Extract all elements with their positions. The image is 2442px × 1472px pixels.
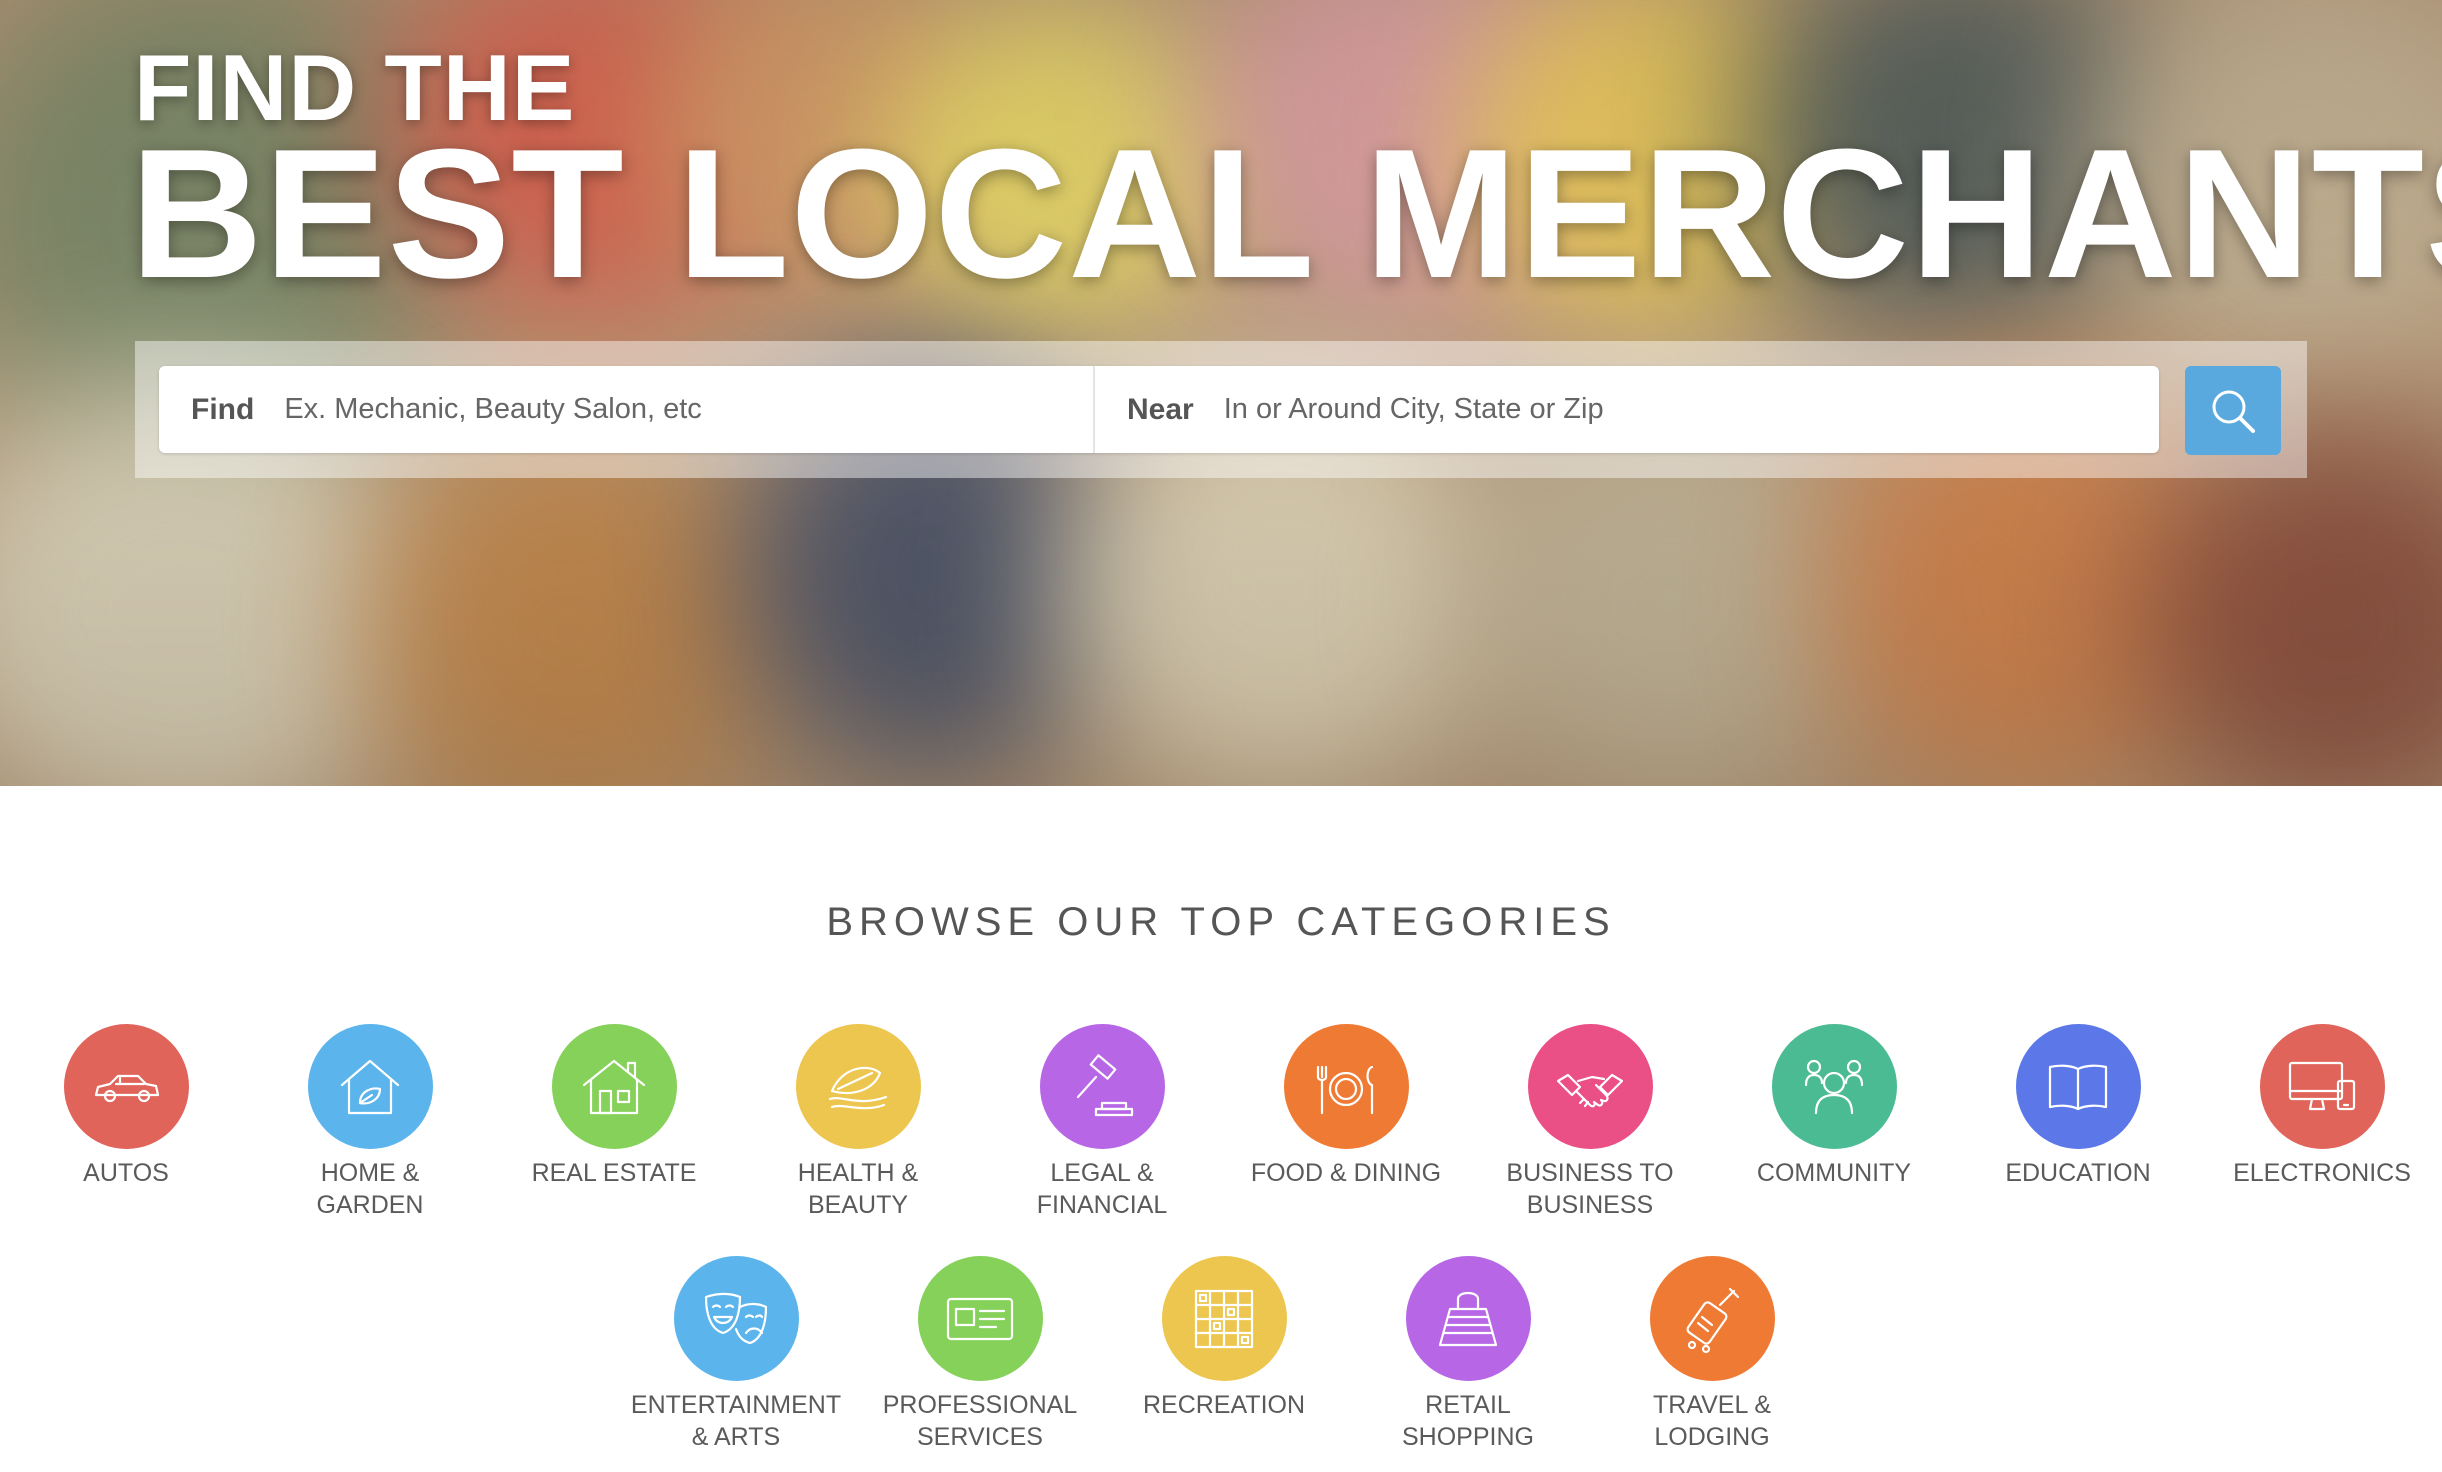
people-icon (1804, 1059, 1864, 1114)
theater-masks-icon (704, 1292, 768, 1344)
browse-title: BROWSE OUR TOP CATEGORIES (826, 900, 1616, 944)
category-circle (673, 1256, 799, 1381)
category-label: HEALTH & BEAUTY (797, 1159, 919, 1219)
id-card-icon (946, 1297, 1014, 1340)
category-real-estate[interactable]: REAL ESTATE (499, 1024, 729, 1189)
house-leaf-icon (340, 1059, 400, 1114)
near-field: Near (1095, 366, 2159, 453)
category-label: HOME & GARDEN (316, 1159, 424, 1219)
luggage-icon (1686, 1287, 1740, 1353)
category-label: ENTERTAINMENT & ARTS (630, 1391, 842, 1451)
category-entertainment-arts[interactable]: ENTERTAINMENT & ARTS (621, 1256, 851, 1453)
category-circle (1649, 1256, 1775, 1381)
category-recreation[interactable]: RECREATION (1109, 1256, 1339, 1421)
category-label: PROFESSIONAL SERVICES (882, 1391, 1078, 1451)
category-label: RECREATION (1142, 1391, 1306, 1419)
search-icon (2212, 390, 2255, 433)
category-label: AUTOS (83, 1159, 169, 1187)
category-circle (1283, 1024, 1409, 1149)
category-circle (63, 1024, 189, 1149)
house-icon (582, 1059, 646, 1114)
category-label: EDUCATION (2005, 1159, 2151, 1187)
category-food-dining[interactable]: FOOD & DINING (1231, 1024, 1461, 1189)
near-input[interactable] (1221, 378, 2159, 441)
search-button[interactable] (2185, 366, 2281, 455)
handshake-icon (1556, 1073, 1624, 1107)
category-label: ELECTRONICS (2233, 1159, 2411, 1187)
category-label: LEGAL & FINANCIAL (1036, 1159, 1168, 1219)
category-education[interactable]: EDUCATION (1963, 1024, 2193, 1189)
category-electronics[interactable]: ELECTRONICS (2207, 1024, 2437, 1189)
category-health-beauty[interactable]: HEALTH & BEAUTY (743, 1024, 973, 1221)
category-circle (2015, 1024, 2141, 1149)
shopping-bag-icon (1438, 1291, 1498, 1346)
category-label: COMMUNITY (1756, 1159, 1912, 1187)
category-circle (1527, 1024, 1653, 1149)
plate-cutlery-icon (1316, 1065, 1374, 1114)
category-circle (551, 1024, 677, 1149)
category-retail-shopping[interactable]: RETAIL SHOPPING (1353, 1256, 1583, 1453)
category-label: REAL ESTATE (531, 1159, 697, 1187)
category-circle (307, 1024, 433, 1149)
category-circle (917, 1256, 1043, 1381)
category-label: RETAIL SHOPPING (1402, 1391, 1534, 1451)
category-professional-services[interactable]: PROFESSIONAL SERVICES (865, 1256, 1095, 1453)
category-business-to-business[interactable]: BUSINESS TO BUSINESS (1475, 1024, 1705, 1221)
near-label: Near (1127, 392, 1194, 426)
category-circle (1771, 1024, 1897, 1149)
game-board-icon (1194, 1289, 1254, 1348)
category-travel-lodging[interactable]: TRAVEL & LODGING (1597, 1256, 1827, 1453)
leaf-hand-icon (828, 1066, 888, 1109)
find-input[interactable] (282, 378, 1093, 441)
gavel-icon (1076, 1053, 1134, 1116)
category-home-garden[interactable]: HOME & GARDEN (255, 1024, 485, 1221)
book-icon (2048, 1064, 2108, 1110)
category-label: TRAVEL & LODGING (1652, 1391, 1772, 1451)
category-label: BUSINESS TO BUSINESS (1506, 1159, 1674, 1219)
find-label: Find (191, 392, 255, 426)
category-circle (1161, 1256, 1287, 1381)
hero-title: BEST LOCAL MERCHANTS (130, 110, 2442, 316)
search-box: Find Near (159, 366, 2159, 453)
category-circle (1405, 1256, 1531, 1381)
category-circle (795, 1024, 921, 1149)
car-icon (94, 1074, 160, 1102)
devices-icon (2288, 1061, 2356, 1110)
category-autos[interactable]: AUTOS (11, 1024, 241, 1189)
hero-banner: FIND THE BEST LOCAL MERCHANTS Find Near (0, 0, 2442, 786)
search-bar: Find Near (135, 341, 2307, 478)
category-circle (2259, 1024, 2385, 1149)
category-label: FOOD & DINING (1250, 1159, 1442, 1187)
category-legal-financial[interactable]: LEGAL & FINANCIAL (987, 1024, 1217, 1221)
find-field: Find (159, 366, 1095, 453)
category-circle (1039, 1024, 1165, 1149)
category-community[interactable]: COMMUNITY (1719, 1024, 1949, 1189)
